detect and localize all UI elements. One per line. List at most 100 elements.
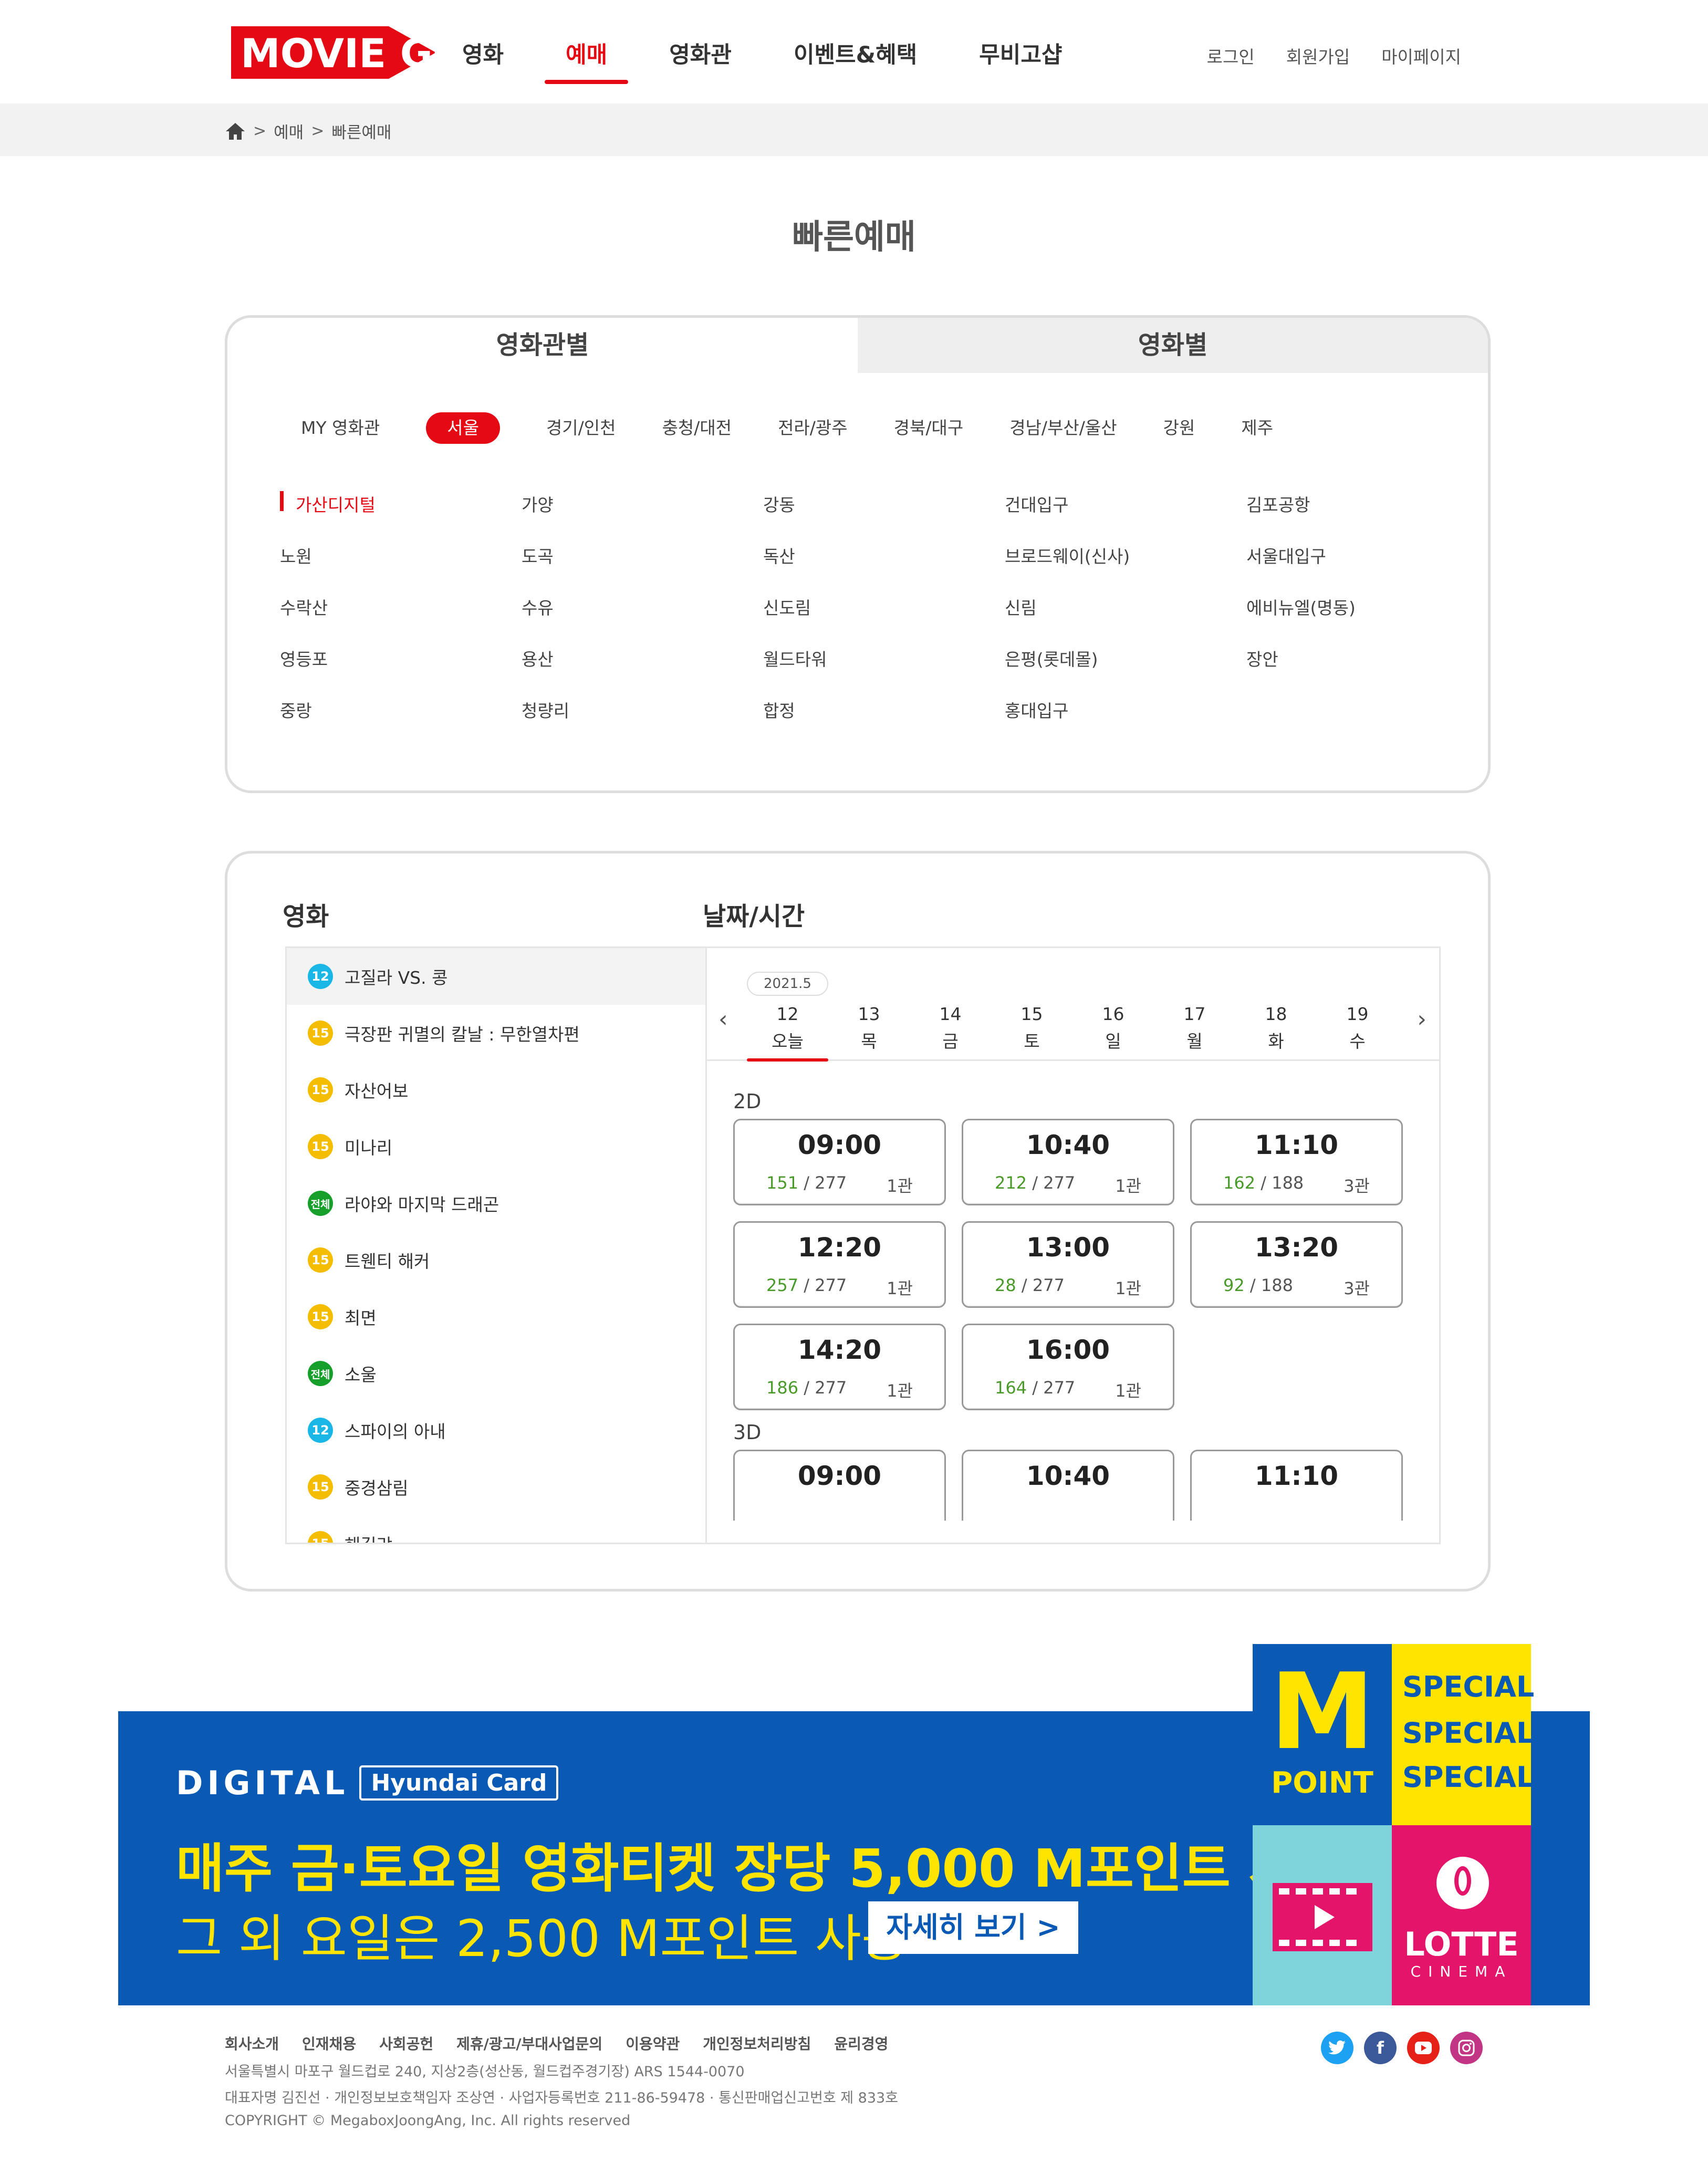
- m-point-word: POINT: [1271, 1766, 1373, 1800]
- tab-by-movie[interactable]: 영화별: [858, 318, 1488, 373]
- movie-item[interactable]: 15 최면: [287, 1288, 705, 1345]
- date-item[interactable]: 19 수: [1317, 1001, 1398, 1055]
- chevron-right-icon[interactable]: ›: [1417, 1006, 1426, 1033]
- movie-item[interactable]: 12 스파이의 아내: [287, 1402, 705, 1459]
- footer-link-recruit[interactable]: 인재채용: [302, 2033, 356, 2054]
- showtime-button[interactable]: 12:20 257 / 277 1관: [733, 1221, 946, 1308]
- mypage-link[interactable]: 마이페이지: [1381, 43, 1461, 68]
- nav-movie[interactable]: 영화: [462, 37, 504, 84]
- home-icon[interactable]: [225, 122, 246, 141]
- theater-item[interactable]: 도곡: [522, 543, 554, 568]
- chevron-right-icon: >: [311, 122, 325, 140]
- region-seoul[interactable]: 서울: [426, 412, 500, 444]
- region-gyeongnam[interactable]: 경남/부산/울산: [1009, 412, 1117, 444]
- showtime-button[interactable]: 11:10: [1190, 1450, 1403, 1521]
- nav-shop[interactable]: 무비고샵: [979, 37, 1062, 84]
- theater-item[interactable]: 장안: [1246, 646, 1278, 671]
- theater-item[interactable]: 수유: [522, 594, 554, 619]
- showtime-button[interactable]: 09:00: [733, 1450, 946, 1521]
- theater-item[interactable]: 강동: [763, 491, 795, 516]
- breadcrumb-quick[interactable]: 빠른예매: [331, 119, 391, 143]
- instagram-icon[interactable]: [1450, 2032, 1483, 2064]
- chevron-left-icon[interactable]: ‹: [718, 1006, 728, 1033]
- region-gangwon[interactable]: 강원: [1163, 412, 1195, 444]
- youtube-icon[interactable]: [1407, 2032, 1440, 2064]
- date-item[interactable]: 18 화: [1235, 1001, 1317, 1055]
- nav-booking[interactable]: 예매: [545, 37, 629, 84]
- showtime-button[interactable]: 14:20 186 / 277 1관: [733, 1324, 946, 1410]
- showtime-button[interactable]: 11:10 162 / 188 3관: [1190, 1119, 1403, 1205]
- date-item[interactable]: 15 토: [991, 1001, 1072, 1055]
- theater-item[interactable]: 영등포: [280, 646, 328, 671]
- movie-item[interactable]: 전체 라야와 마지막 드래곤: [287, 1175, 705, 1232]
- region-jeolla[interactable]: 전라/광주: [778, 412, 848, 444]
- theater-item[interactable]: 서울대입구: [1246, 543, 1326, 568]
- nav-event[interactable]: 이벤트&혜택: [794, 37, 917, 84]
- showtime-button[interactable]: 10:40: [962, 1450, 1174, 1521]
- twitter-icon[interactable]: [1321, 2032, 1353, 2064]
- date-weekday: 오늘: [772, 1031, 804, 1052]
- age-rating-badge: 전체: [308, 1191, 333, 1216]
- movie-item[interactable]: 15 극장판 귀멸의 칼날 : 무한열차편: [287, 1005, 705, 1062]
- footer-link-social[interactable]: 사회공헌: [379, 2033, 433, 2054]
- movie-list[interactable]: 12 고질라 VS. 콩 15 극장판 귀멸의 칼날 : 무한열차편 15 자산어보 15 미…: [285, 946, 705, 1544]
- banner-detail-button[interactable]: 자세히 보기 >: [868, 1901, 1078, 1954]
- movie-item[interactable]: 15 트웬티 해커: [287, 1232, 705, 1288]
- date-item[interactable]: 14 금: [910, 1001, 991, 1055]
- footer-link-ethics[interactable]: 윤리경영: [834, 2033, 888, 2054]
- showtime-button[interactable]: 13:00 28 / 277 1관: [962, 1221, 1174, 1308]
- showtime-button[interactable]: 13:20 92 / 188 3관: [1190, 1221, 1403, 1308]
- region-my[interactable]: MY 영화관: [301, 412, 380, 444]
- theater-item[interactable]: 신림: [1005, 594, 1037, 619]
- footer-link-partnership[interactable]: 제휴/광고/부대사업문의: [456, 2033, 602, 2054]
- theater-item[interactable]: 신도림: [763, 594, 811, 619]
- movie-item[interactable]: 전체 소울: [287, 1345, 705, 1402]
- movie-item[interactable]: 15 자산어보: [287, 1062, 705, 1118]
- date-item[interactable]: 17 월: [1154, 1001, 1235, 1055]
- theater-item[interactable]: 합정: [763, 697, 795, 722]
- date-item[interactable]: 13 목: [828, 1001, 910, 1055]
- theater-item[interactable]: 홍대입구: [1005, 697, 1068, 722]
- theater-item[interactable]: 브로드웨이(신사): [1005, 543, 1130, 568]
- theater-item[interactable]: 가산디지털: [280, 491, 376, 516]
- showtime-button[interactable]: 09:00 151 / 277 1관: [733, 1119, 946, 1205]
- date-item[interactable]: 16 일: [1072, 1001, 1154, 1055]
- login-link[interactable]: 로그인: [1207, 43, 1255, 68]
- theater-item[interactable]: 용산: [522, 646, 554, 671]
- movie-go-logo[interactable]: MOVIE GO: [231, 26, 436, 79]
- theater-item[interactable]: 중랑: [280, 697, 312, 722]
- theater-item[interactable]: 노원: [280, 543, 312, 568]
- tab-by-theater[interactable]: 영화관별: [227, 318, 858, 373]
- movie-item[interactable]: 15 미나리: [287, 1118, 705, 1175]
- theater-item[interactable]: 건대입구: [1005, 491, 1068, 516]
- theater-item[interactable]: 은평(롯데몰): [1005, 646, 1098, 671]
- region-gyeongbuk[interactable]: 경북/대구: [894, 412, 964, 444]
- facebook-icon[interactable]: f: [1364, 2032, 1397, 2064]
- showtime-button[interactable]: 16:00 164 / 277 1관: [962, 1324, 1174, 1410]
- movie-item[interactable]: 15 중경삼림: [287, 1459, 705, 1515]
- showtime-button[interactable]: 10:40 212 / 277 1관: [962, 1119, 1174, 1205]
- theater-item[interactable]: 김포공항: [1246, 491, 1310, 516]
- movie-item[interactable]: 15 해길랴: [287, 1515, 705, 1543]
- signup-link[interactable]: 회원가입: [1286, 43, 1350, 68]
- nav-theater[interactable]: 영화관: [669, 37, 732, 84]
- region-jeju[interactable]: 제주: [1241, 412, 1273, 444]
- footer-copyright: COPYRIGHT © MegaboxJoongAng, Inc. All ri…: [225, 2113, 631, 2129]
- seat-count: 186 / 277: [766, 1378, 847, 1398]
- movie-item[interactable]: 12 고질라 VS. 콩: [287, 948, 705, 1005]
- breadcrumb-booking[interactable]: 예매: [274, 119, 304, 143]
- theater-item[interactable]: 청량리: [522, 697, 569, 722]
- theater-item[interactable]: 월드타워: [763, 646, 827, 671]
- footer-link-terms[interactable]: 이용약관: [626, 2033, 680, 2054]
- showtime-time: 11:10: [1254, 1130, 1339, 1160]
- footer-link-company[interactable]: 회사소개: [225, 2033, 279, 2054]
- date-item[interactable]: 12 오늘: [747, 1001, 828, 1062]
- theater-item[interactable]: 독산: [763, 543, 795, 568]
- theater-item[interactable]: 수락산: [280, 594, 328, 619]
- footer-link-privacy[interactable]: 개인정보처리방침: [703, 2033, 811, 2054]
- theater-item[interactable]: 에비뉴엘(명동): [1246, 594, 1356, 619]
- region-gyeonggi[interactable]: 경기/인천: [546, 412, 616, 444]
- region-chungcheong[interactable]: 충청/대전: [662, 412, 732, 444]
- seats-available: 164: [995, 1378, 1027, 1398]
- theater-item[interactable]: 가양: [522, 491, 554, 516]
